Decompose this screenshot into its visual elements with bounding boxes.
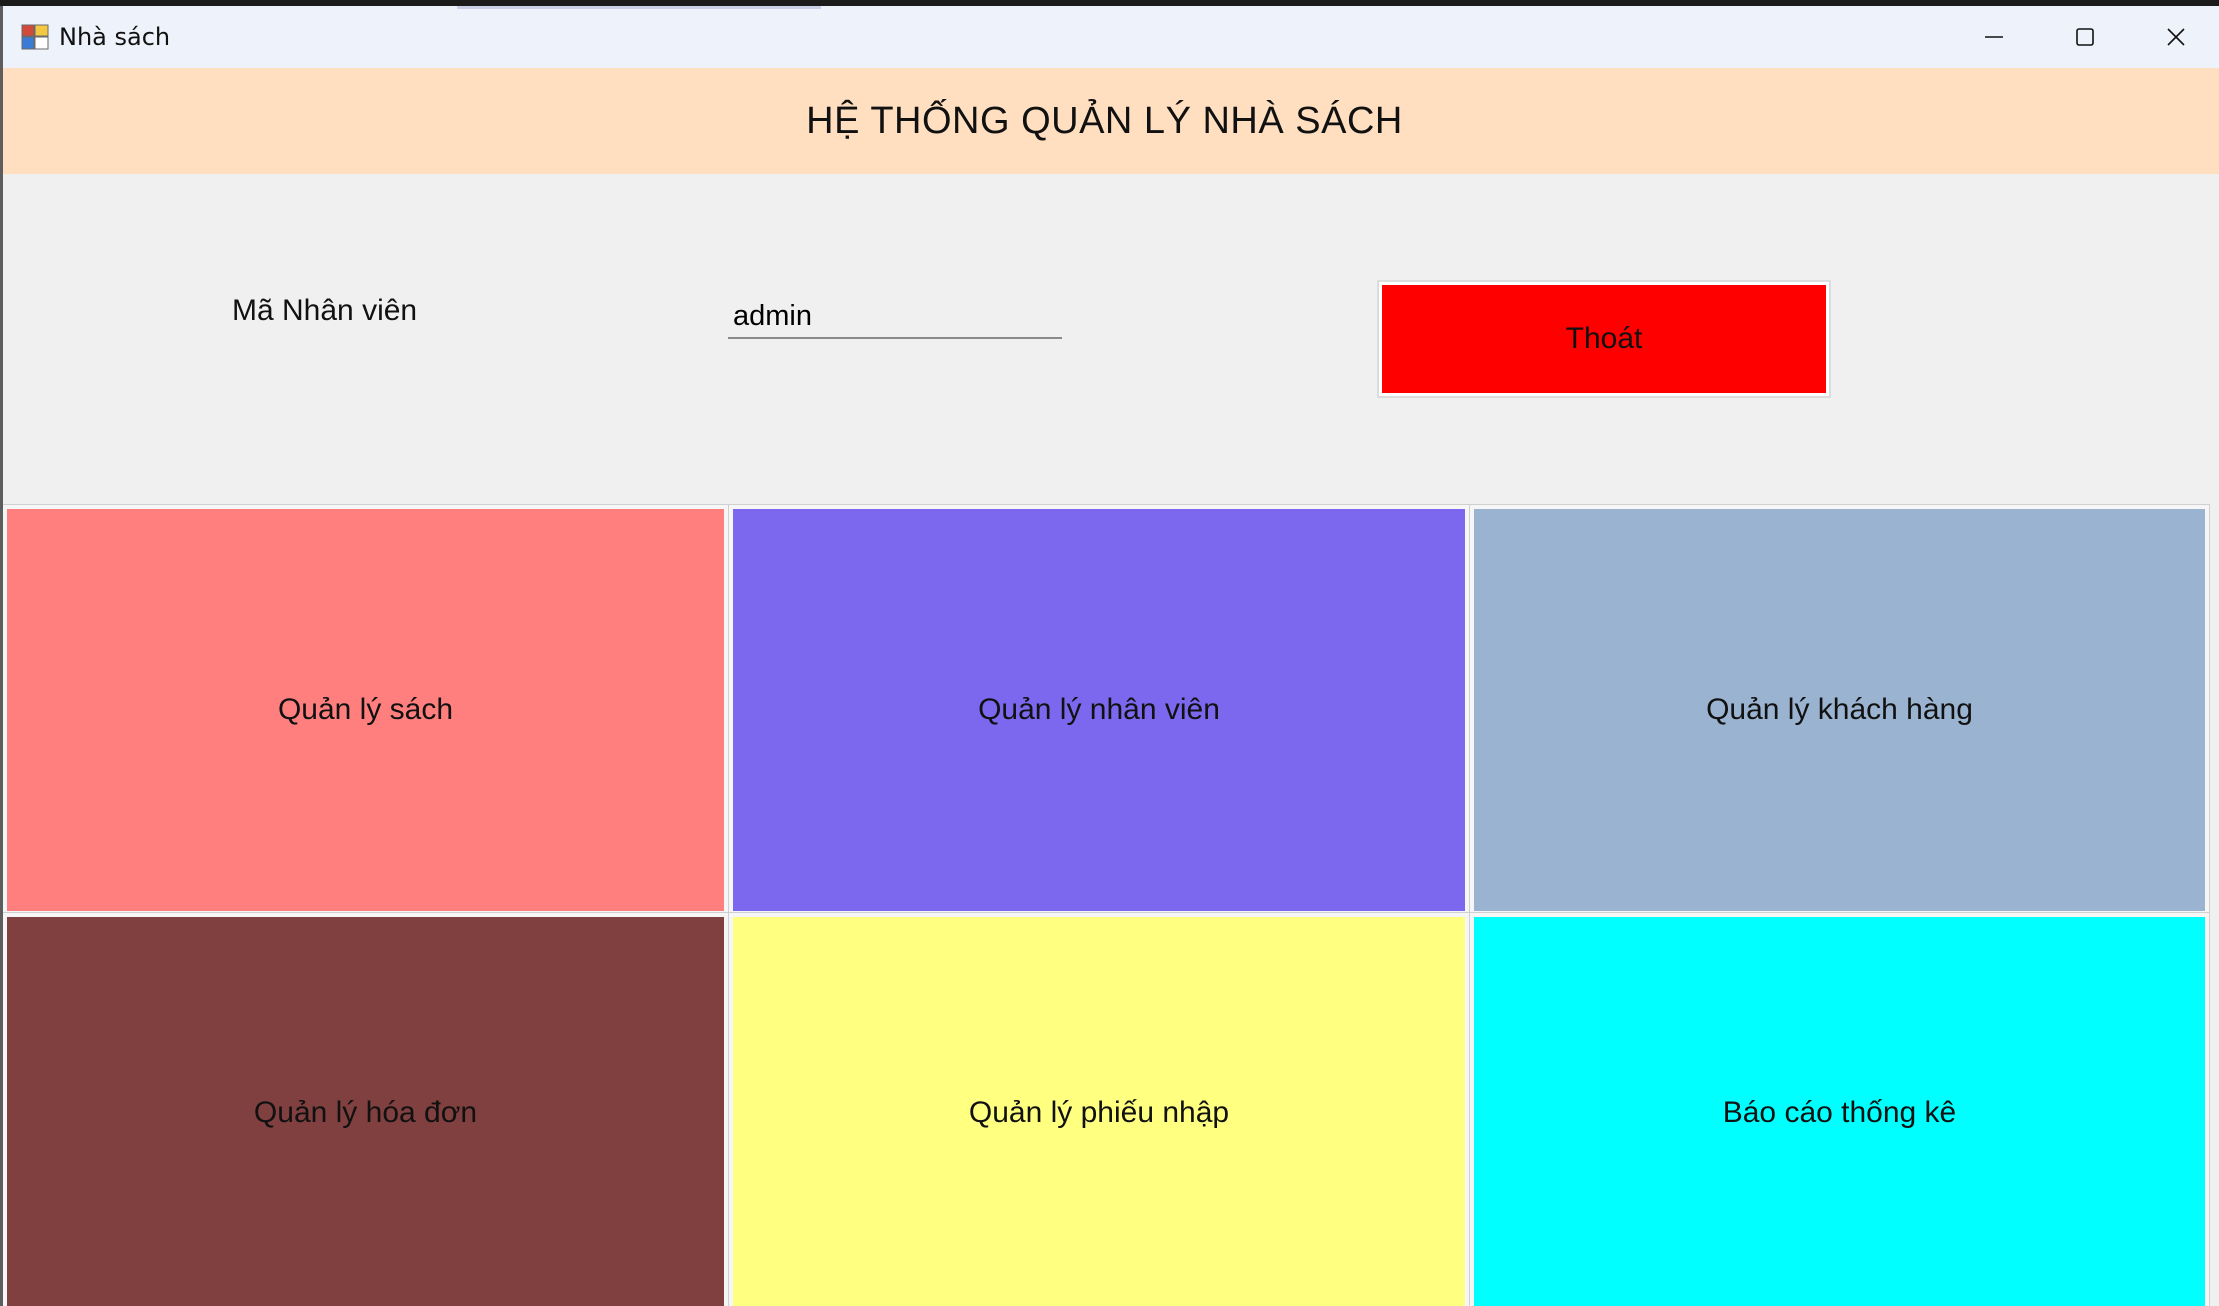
statistics-report-label: Báo cáo thống kê	[1722, 1096, 1957, 1129]
title-bar[interactable]: Nhà sách	[3, 6, 2219, 68]
exit-button-face: Thoát	[1382, 285, 1826, 393]
exit-button-label: Thoát	[1565, 322, 1643, 355]
exit-button[interactable]: Thoát	[1377, 280, 1831, 398]
close-icon	[2167, 28, 2185, 46]
main-window: Nhà sách HỆ THỐNG QUẢN LÝ NHÀ SÁCH Mã Nh…	[0, 6, 2219, 1306]
manage-customers-button[interactable]: Quản lý khách hàng	[1469, 504, 2210, 916]
statistics-report-button[interactable]: Báo cáo thống kê	[1469, 912, 2210, 1306]
employee-id-field[interactable]	[728, 295, 1062, 339]
employee-id-label: Mã Nhân viên	[232, 294, 418, 327]
maximize-button[interactable]	[2039, 6, 2131, 68]
manage-customers-label: Quản lý khách hàng	[1706, 693, 1973, 726]
manage-import-receipts-button[interactable]: Quản lý phiếu nhập	[728, 912, 1470, 1306]
manage-employees-button[interactable]: Quản lý nhân viên	[728, 504, 1470, 916]
manage-books-button[interactable]: Quản lý sách	[3, 504, 729, 916]
window-title: Nhà sách	[59, 23, 171, 51]
page-title: HỆ THỐNG QUẢN LÝ NHÀ SÁCH	[806, 99, 1403, 142]
manage-employees-label: Quản lý nhân viên	[978, 693, 1220, 726]
minimize-icon	[1985, 36, 2003, 38]
manage-invoices-button[interactable]: Quản lý hóa đơn	[3, 912, 729, 1306]
title-bar-accent	[457, 6, 821, 9]
manage-invoices-label: Quản lý hóa đơn	[253, 1096, 478, 1129]
minimize-button[interactable]	[1948, 6, 2040, 68]
close-button[interactable]	[2130, 6, 2219, 68]
maximize-icon	[2076, 28, 2094, 46]
app-grid-icon	[21, 24, 49, 50]
header-banner: HỆ THỐNG QUẢN LÝ NHÀ SÁCH	[3, 68, 2219, 174]
manage-books-label: Quản lý sách	[277, 693, 454, 726]
manage-import-receipts-label: Quản lý phiếu nhập	[968, 1096, 1230, 1129]
